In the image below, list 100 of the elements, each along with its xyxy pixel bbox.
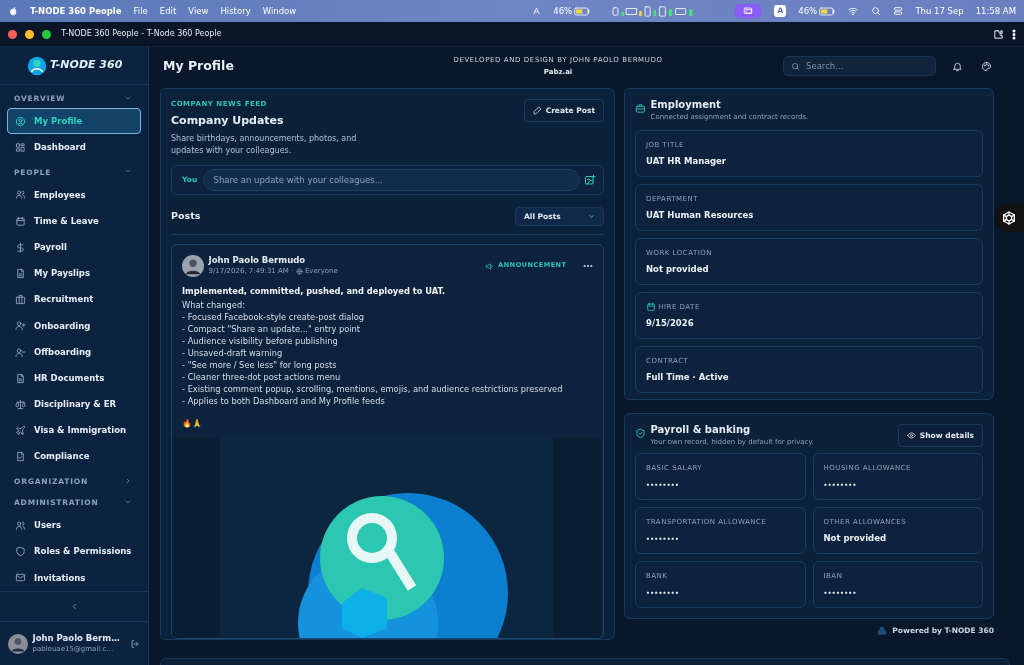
menubar-time: 11:58 AM bbox=[975, 4, 1016, 18]
post-emoji: 🔥🙏 bbox=[182, 418, 203, 430]
logout-button[interactable] bbox=[130, 638, 140, 649]
add-photo-button[interactable] bbox=[584, 174, 596, 186]
feed-title: Company Updates bbox=[171, 112, 285, 129]
shield-icon bbox=[15, 546, 26, 558]
nav-item[interactable]: Users bbox=[7, 512, 141, 539]
close-window-button[interactable] bbox=[8, 29, 17, 39]
nav-item[interactable]: Onboarding bbox=[7, 312, 141, 339]
palette-icon bbox=[981, 60, 992, 72]
profile-icon bbox=[15, 115, 26, 127]
menu-item[interactable]: Edit bbox=[159, 4, 177, 18]
menu-item[interactable]: History bbox=[220, 4, 251, 18]
posts-heading: Posts bbox=[171, 209, 201, 224]
logo-icon bbox=[875, 625, 888, 637]
dashboard-icon bbox=[15, 142, 26, 154]
app-menu[interactable]: T-NODE 360 People bbox=[30, 4, 122, 18]
nav-item[interactable]: Roles & Permissions bbox=[7, 538, 141, 565]
bell-icon bbox=[952, 60, 963, 72]
text-cursor-icon bbox=[532, 6, 542, 16]
brand-name: T-NODE 360 bbox=[49, 57, 123, 74]
briefcase-icon bbox=[635, 103, 646, 114]
menubar-date: Thu 17 Sep bbox=[915, 4, 964, 18]
theme-button[interactable] bbox=[981, 60, 992, 72]
field-value: Not provided bbox=[646, 262, 710, 276]
post-actions-button[interactable] bbox=[583, 264, 593, 268]
window-title: T-NODE 360 People - T-Node 360 People bbox=[61, 28, 222, 40]
search-icon bbox=[791, 62, 800, 71]
post-line: - Audience visibility before publishing bbox=[182, 335, 339, 347]
nav-item[interactable]: Disciplinary & ER bbox=[7, 391, 141, 418]
calendar-icon bbox=[646, 302, 656, 313]
post-line: - "See more / See less" for long posts bbox=[182, 359, 338, 371]
dollar-icon bbox=[15, 241, 26, 253]
apple-icon bbox=[8, 5, 18, 17]
menu-item[interactable]: File bbox=[133, 4, 148, 18]
nav-item[interactable]: Employees bbox=[7, 181, 141, 209]
battery-reading: 46% bbox=[798, 4, 818, 18]
battery-icon bbox=[574, 6, 591, 16]
nav-item[interactable]: Compliance bbox=[7, 443, 141, 470]
post-line: - Compact "Share an update..." entry point bbox=[182, 323, 362, 335]
user-name: John Paolo Berm… bbox=[32, 632, 121, 644]
post-headline: Implemented, committed, pushed, and deployed to UAT. bbox=[182, 285, 447, 297]
minimize-window-button[interactable] bbox=[25, 29, 34, 39]
field-value: Full Time · Active bbox=[646, 370, 730, 384]
composer-field[interactable]: Share an update with your colleagues... bbox=[202, 169, 580, 191]
more-icon bbox=[583, 264, 593, 268]
document-icon bbox=[15, 372, 26, 384]
nav-item[interactable]: My Profile bbox=[7, 108, 141, 135]
zoom-window-button[interactable] bbox=[42, 29, 51, 39]
mail-icon bbox=[15, 572, 26, 584]
feed-description: Share birthdays, announcements, photos, and updates with your colleagues. bbox=[171, 133, 358, 157]
nav-item[interactable]: Time & Leave bbox=[7, 208, 141, 235]
menu-item[interactable]: View bbox=[188, 4, 209, 18]
briefcase-icon bbox=[15, 294, 26, 306]
field-value: 9/15/2026 bbox=[646, 316, 695, 330]
battery-reading: 46% bbox=[553, 4, 573, 18]
avatar bbox=[8, 633, 28, 654]
field-value: UAT HR Manager bbox=[646, 154, 727, 168]
chevron-right-icon[interactable] bbox=[124, 476, 132, 485]
wifi-icon bbox=[847, 6, 860, 16]
nav-item[interactable]: Dashboard bbox=[7, 134, 141, 161]
screen-mirroring-button[interactable] bbox=[734, 4, 763, 18]
image-plus-icon bbox=[584, 174, 596, 186]
post-author: John Paolo Bermudo bbox=[208, 255, 307, 266]
author-avatar bbox=[182, 255, 204, 277]
user-plus-icon bbox=[15, 320, 26, 332]
eye-icon bbox=[906, 431, 916, 441]
post-line: - Existing comment popup, scrolling, mentions, emojis, and audience restrictions preserved bbox=[182, 383, 564, 395]
logout-icon bbox=[130, 638, 140, 649]
nav-item[interactable]: Invitations bbox=[7, 564, 141, 591]
nav-item[interactable]: My Payslips bbox=[7, 260, 141, 287]
battery-icon bbox=[819, 6, 836, 16]
post-line: - Cleaner three-dot post actions menu bbox=[182, 371, 342, 383]
logo-icon bbox=[25, 54, 48, 77]
nav-item[interactable]: Offboarding bbox=[7, 339, 141, 366]
document-icon bbox=[15, 268, 26, 280]
hexagon-flower-icon bbox=[1001, 210, 1017, 226]
screen-mirroring-icon bbox=[742, 6, 755, 16]
search-field[interactable]: Search... bbox=[783, 56, 936, 76]
post-line: - Focused Facebook-style create-post dialog bbox=[182, 311, 366, 323]
assistant-button[interactable] bbox=[994, 204, 1024, 232]
nav-item[interactable]: Payroll bbox=[7, 234, 141, 261]
nav-item[interactable]: HR Documents bbox=[7, 365, 141, 392]
payroll-title: Payroll & banking bbox=[650, 424, 752, 436]
control-center-icon bbox=[893, 6, 904, 16]
user-minus-icon bbox=[15, 346, 26, 358]
calendar-icon bbox=[15, 215, 26, 227]
more-icon bbox=[1012, 28, 1016, 40]
scales-icon bbox=[15, 398, 26, 410]
nav-item[interactable]: Recruitment bbox=[7, 286, 141, 313]
post-line: - Unsaved-draft warning bbox=[182, 347, 284, 359]
menu-item[interactable]: Window bbox=[262, 4, 297, 18]
chevron-down-icon bbox=[588, 213, 595, 220]
nav-item[interactable]: Visa & Immigration bbox=[7, 417, 141, 444]
globe-icon bbox=[295, 268, 303, 275]
users-icon bbox=[15, 189, 26, 201]
extensions-icon bbox=[993, 28, 1004, 40]
users-icon bbox=[15, 520, 26, 532]
post-line: What changed: bbox=[182, 299, 247, 311]
notifications-button[interactable] bbox=[952, 60, 963, 72]
